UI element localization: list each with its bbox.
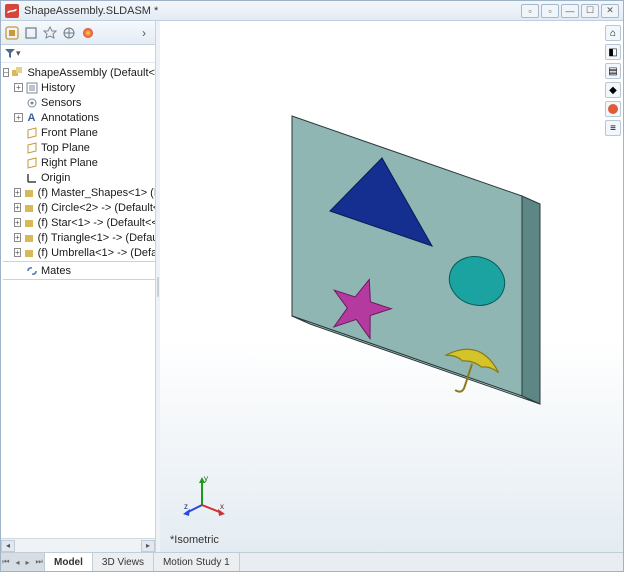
- expand-icon[interactable]: +: [14, 248, 21, 257]
- tree-label: Front Plane: [41, 127, 98, 139]
- tab-dim-icon[interactable]: [61, 25, 77, 41]
- expand-icon[interactable]: +: [14, 233, 21, 242]
- tab-motion-study[interactable]: Motion Study 1: [154, 553, 240, 571]
- sensors-icon: [25, 96, 38, 109]
- right-task-rail: ⌂ ◧ ▤ ◆ ≡: [603, 21, 623, 136]
- tab-next-icon[interactable]: ▸: [24, 558, 32, 567]
- tab-model[interactable]: Model: [45, 552, 93, 571]
- sidebar-h-scrollbar[interactable]: ◂ ▸: [1, 538, 155, 552]
- tree-component[interactable]: + (f) Circle<2> -> (Default<<Default: [3, 200, 155, 215]
- expand-icon[interactable]: +: [14, 113, 23, 122]
- tree-label: (f) Star<1> -> (Default<<Default>: [38, 217, 155, 229]
- view-orientation-label: *Isometric: [170, 534, 219, 546]
- scroll-left-icon[interactable]: ◂: [1, 540, 15, 552]
- tree-label: (f) Master_Shapes<1> (Default<<: [38, 187, 155, 199]
- tree-top-plane[interactable]: Top Plane: [3, 140, 155, 155]
- expand-icon[interactable]: +: [14, 83, 23, 92]
- tree-mates[interactable]: Mates: [3, 263, 155, 278]
- rail-appearance-icon[interactable]: [605, 101, 621, 117]
- tree-label: Sensors: [41, 97, 81, 109]
- tree-label: Top Plane: [41, 142, 90, 154]
- tree-label: Annotations: [41, 112, 99, 124]
- feature-tree-sidebar: › ▾ – ShapeAssembly (Default<Display Sta…: [1, 21, 156, 552]
- tree-annotations[interactable]: + A Annotations: [3, 110, 155, 125]
- plane-icon: [25, 141, 38, 154]
- app-icon: [5, 4, 19, 18]
- expand-chevron-icon[interactable]: ›: [136, 25, 152, 41]
- tree-label: Origin: [41, 172, 70, 184]
- close-button[interactable]: ✕: [601, 4, 619, 18]
- expand-icon[interactable]: +: [14, 188, 21, 197]
- tree-root[interactable]: – ShapeAssembly (Default<Display Stat: [3, 65, 155, 80]
- tab-nav-segment: ⏮ ◂ ▸ ⏭: [1, 553, 45, 571]
- sidebar-tabs: ›: [1, 21, 155, 45]
- tree-label: Mates: [41, 265, 71, 277]
- part-icon: [23, 201, 35, 214]
- expand-icon[interactable]: +: [14, 218, 21, 227]
- window-button-extra2[interactable]: ▫: [541, 4, 559, 18]
- tree-right-plane[interactable]: Right Plane: [3, 155, 155, 170]
- svg-text:x: x: [220, 502, 224, 511]
- titlebar: ShapeAssembly.SLDASM * ▫ ▫ — ☐ ✕: [1, 1, 623, 21]
- part-icon: [23, 216, 35, 229]
- plane-icon: [25, 156, 38, 169]
- tab-3d-views[interactable]: 3D Views: [93, 553, 154, 571]
- feature-tree: – ShapeAssembly (Default<Display Stat + …: [1, 63, 155, 538]
- tree-origin[interactable]: Origin: [3, 170, 155, 185]
- tree-label: (f) Umbrella<1> -> (Default<<De: [38, 247, 155, 259]
- filter-row[interactable]: ▾: [1, 45, 155, 63]
- history-icon: [25, 81, 38, 94]
- graphics-viewport[interactable]: y x z *Isometric: [160, 21, 623, 552]
- part-icon: [23, 186, 35, 199]
- tree-component[interactable]: + (f) Triangle<1> -> (Default<<Defa: [3, 230, 155, 245]
- rail-button-icon[interactable]: ◧: [605, 44, 621, 60]
- tab-appearance-icon[interactable]: [80, 25, 96, 41]
- tree-component[interactable]: + (f) Umbrella<1> -> (Default<<De: [3, 245, 155, 260]
- tree-label: (f) Triangle<1> -> (Default<<Defa: [38, 232, 155, 244]
- model-render: [222, 76, 562, 476]
- mates-icon: [25, 264, 38, 277]
- view-triad: y x z: [180, 469, 230, 524]
- part-icon: [23, 246, 35, 259]
- part-icon: [23, 231, 35, 244]
- tab-config-icon[interactable]: [42, 25, 58, 41]
- window-title: ShapeAssembly.SLDASM *: [22, 5, 521, 17]
- rail-button-icon[interactable]: ◆: [605, 82, 621, 98]
- tree-label: (f) Circle<2> -> (Default<<Default: [38, 202, 155, 214]
- tree-label: ShapeAssembly (Default<Display Stat: [27, 67, 155, 79]
- svg-text:y: y: [204, 474, 208, 483]
- tree-component[interactable]: + (f) Star<1> -> (Default<<Default>: [3, 215, 155, 230]
- tab-first-icon[interactable]: ⏮: [0, 557, 11, 567]
- tab-property-icon[interactable]: [23, 25, 39, 41]
- tree-front-plane[interactable]: Front Plane: [3, 125, 155, 140]
- tree-component[interactable]: + (f) Master_Shapes<1> (Default<<: [3, 185, 155, 200]
- window-button-extra1[interactable]: ▫: [521, 4, 539, 18]
- tab-prev-icon[interactable]: ◂: [13, 558, 21, 567]
- plane-icon: [25, 126, 38, 139]
- tab-feature-tree-icon[interactable]: [4, 25, 20, 41]
- minimize-button[interactable]: —: [561, 4, 579, 18]
- origin-icon: [25, 171, 38, 184]
- rail-button-icon[interactable]: ≡: [605, 120, 621, 136]
- scroll-right-icon[interactable]: ▸: [141, 540, 155, 552]
- rail-button-icon[interactable]: ▤: [605, 63, 621, 79]
- svg-text:z: z: [184, 502, 188, 511]
- collapse-icon[interactable]: –: [3, 68, 9, 77]
- bottom-tab-strip: ⏮ ◂ ▸ ⏭ Model 3D Views Motion Study 1: [1, 552, 623, 571]
- expand-icon[interactable]: +: [14, 203, 21, 212]
- tree-label: Right Plane: [41, 157, 98, 169]
- assembly-icon: [11, 66, 24, 79]
- tree-sensors[interactable]: Sensors: [3, 95, 155, 110]
- annotations-icon: A: [25, 111, 38, 124]
- tree-label: History: [41, 82, 75, 94]
- tree-history[interactable]: + History: [3, 80, 155, 95]
- maximize-button[interactable]: ☐: [581, 4, 599, 18]
- tab-last-icon[interactable]: ⏭: [34, 557, 45, 567]
- rail-home-icon[interactable]: ⌂: [605, 25, 621, 41]
